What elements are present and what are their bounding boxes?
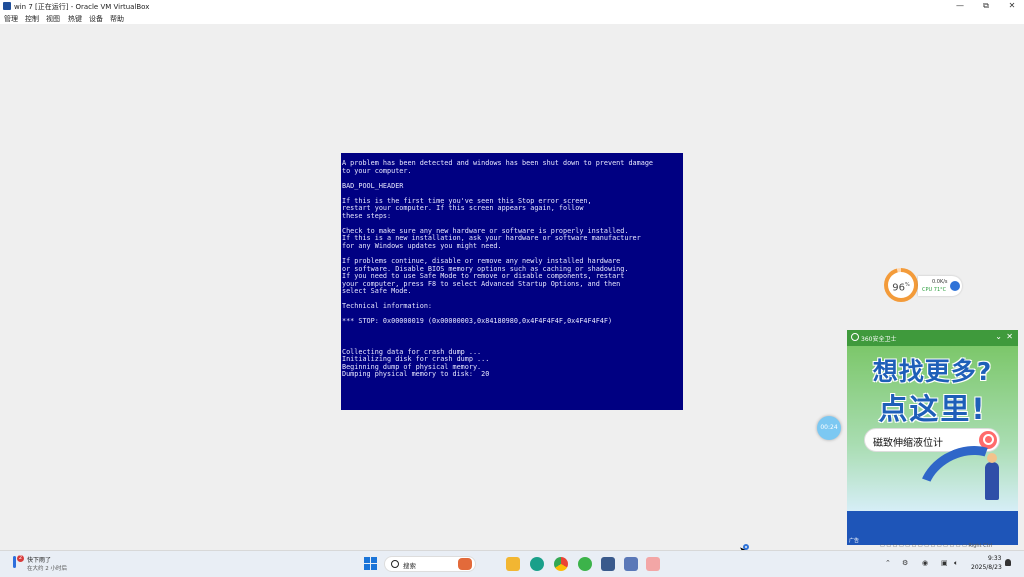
- shield-logo-icon: [851, 333, 859, 341]
- menu-bar: 管理 控制 视图 热键 设备 帮助: [0, 12, 1024, 24]
- monitor-stats: 0.0K/s CPU 71°C: [918, 276, 962, 296]
- memory-percent-unit: %: [904, 282, 910, 288]
- ad-badge: 广告: [849, 538, 860, 544]
- vm-screen-bsod[interactable]: A problem has been detected and windows …: [341, 153, 683, 410]
- taskbar-search-label: 搜索: [403, 562, 416, 570]
- bsod-line: [342, 334, 683, 342]
- menu-control[interactable]: 控制: [25, 14, 39, 24]
- weather-badge: 2: [17, 555, 24, 562]
- menu-view[interactable]: 视图: [46, 14, 60, 24]
- virtualbox-taskbar-icon[interactable]: [601, 557, 615, 571]
- wechat-icon[interactable]: ◉: [922, 559, 928, 567]
- ad-headline-2: 点这里!: [878, 392, 987, 426]
- bsod-line: select Safe Mode.: [342, 287, 412, 296]
- ad-headline-1: 想找更多?: [872, 357, 993, 386]
- taskbar-search[interactable]: 搜索: [384, 556, 476, 572]
- taskbar: 2 快下雨了 在大约 2 小时后 搜索 ⌃ ⚙ ◉ ▣ 🔈︎ 9:33 2025…: [0, 550, 1024, 577]
- volume-icon[interactable]: 🔈︎: [954, 559, 958, 568]
- chevron-up-icon[interactable]: ⌃: [885, 559, 891, 567]
- weather-title[interactable]: 快下雨了: [27, 555, 51, 564]
- bsod-line: [342, 326, 683, 334]
- vm-taskbar-icon[interactable]: [624, 557, 638, 571]
- bsod-line: to your computer.: [342, 166, 412, 175]
- memory-percent: 96: [892, 282, 905, 294]
- memory-gauge: 96%: [884, 268, 918, 302]
- virtualbox-icon: [3, 2, 11, 10]
- search-icon: [391, 560, 399, 568]
- menu-help[interactable]: 帮助: [110, 14, 124, 24]
- accelerate-icon[interactable]: [950, 281, 960, 291]
- clock-time[interactable]: 9:33: [988, 555, 1001, 562]
- menu-hotkey[interactable]: 热键: [68, 14, 82, 24]
- menu-manage[interactable]: 管理: [4, 14, 18, 24]
- title-bar: win 7 [正在运行] - Oracle VM VirtualBox — ⧉ …: [0, 0, 1024, 12]
- ad-header: 360安全卫士 ⌄ ✕: [847, 330, 1018, 346]
- weather-subtitle[interactable]: 在大约 2 小时后: [27, 564, 67, 572]
- bsod-line: Dumping physical memory to disk: 20: [342, 370, 490, 379]
- media-player-icon[interactable]: [646, 557, 660, 571]
- bsod-line: *** STOP: 0x00000019 (0x00000003,0x84180…: [342, 317, 613, 326]
- 360-browser-icon[interactable]: [578, 557, 592, 571]
- cpu-label: CPU: [922, 287, 933, 293]
- bsod-line: restart your computer. If this screen ap…: [342, 204, 584, 213]
- bell-icon[interactable]: [1005, 559, 1011, 566]
- cpu-temp: 71°C: [933, 287, 947, 293]
- window-title: win 7 [正在运行] - Oracle VM VirtualBox: [14, 2, 150, 11]
- search-highlight-icon: [458, 558, 472, 570]
- minimize-button[interactable]: —: [946, 0, 974, 12]
- ad-search-text: 磁致伸缩液位计: [873, 438, 943, 449]
- file-explorer-icon[interactable]: [506, 557, 520, 571]
- bsod-line: BAD_POOL_HEADER: [342, 181, 404, 190]
- network-icon[interactable]: ⚙: [902, 559, 908, 567]
- chevron-down-icon[interactable]: ⌄: [995, 332, 1002, 341]
- bsod-line: these steps:: [342, 211, 392, 220]
- edge-icon[interactable]: [530, 557, 544, 571]
- chrome-icon[interactable]: [554, 557, 568, 571]
- start-button[interactable]: [364, 557, 378, 571]
- ad-brand: 360安全卫士: [861, 336, 897, 343]
- vm-status-icons[interactable]: ▭ ▭ ▭ ▭ ▭ ▭ ▭ ▭ ▭ ▭ ▭ ▭ ▭ ▭ Right Ctrl: [880, 543, 992, 549]
- maximize-button[interactable]: ⧉: [972, 0, 1000, 12]
- ad-popup[interactable]: 360安全卫士 ⌄ ✕ 想找更多? 点这里! 磁致伸缩液位计 广告: [847, 330, 1018, 545]
- ad-person-illustration: [985, 453, 999, 500]
- menu-devices[interactable]: 设备: [89, 14, 103, 24]
- display-icon[interactable]: ▣: [941, 559, 948, 567]
- floating-timer-bubble[interactable]: 00:24: [817, 416, 841, 440]
- close-button[interactable]: ✕: [998, 0, 1024, 12]
- ad-footer: [847, 511, 1018, 545]
- net-speed: 0.0K/s: [932, 279, 948, 285]
- bsod-line: Technical information:: [342, 302, 433, 311]
- clock-date[interactable]: 2025/8/23: [971, 564, 1002, 571]
- bsod-line: for any Windows updates you might need.: [342, 242, 502, 251]
- ad-close-button[interactable]: ✕: [1006, 332, 1013, 341]
